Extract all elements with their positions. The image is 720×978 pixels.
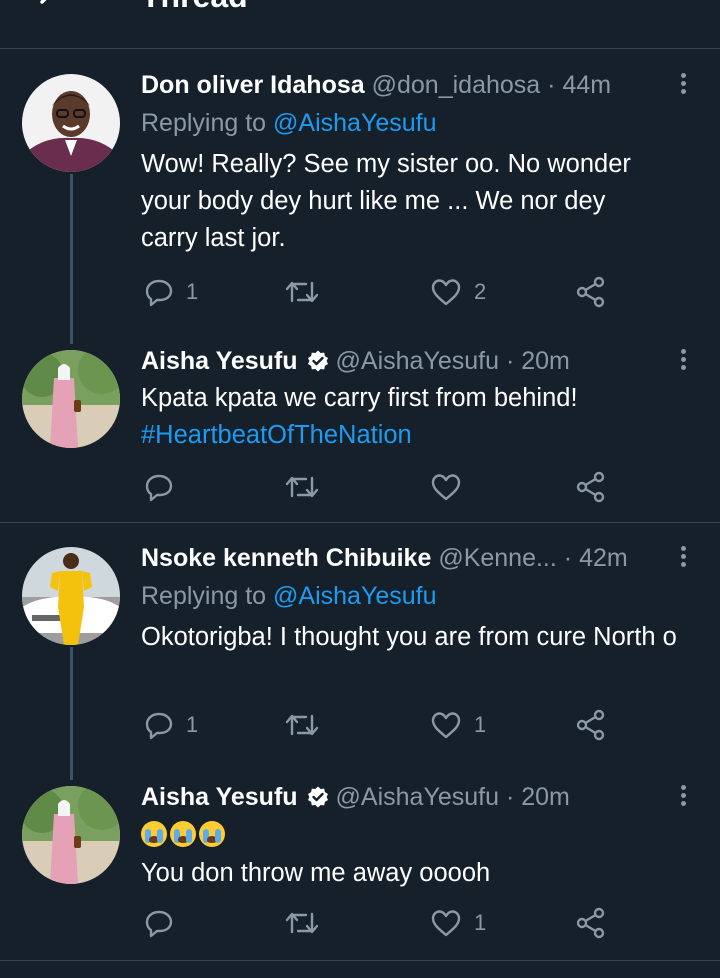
tweet[interactable]: Aisha Yesufu @AishaYesufu · 20m You don t… [0,780,720,960]
tweet-text-content: You don throw me away ooooh [141,859,491,887]
retweet-button[interactable] [284,467,332,507]
author-handle[interactable]: @AishaYesufu [336,347,499,375]
tweet-author-row: Nsoke kenneth Chibuike @Kenne... · 42m [141,541,661,575]
avatar[interactable] [22,350,120,448]
author-handle[interactable]: @Kenne... [438,544,557,572]
replying-to-label: Replying to [141,109,267,137]
reply-count: 1 [186,712,199,737]
tweet-actions: 1 [0,903,720,943]
tweet-text: You don throw me away ooooh [141,818,706,892]
tweet-time[interactable]: 20m [521,783,570,811]
separator: · [547,71,556,99]
reply-icon [145,474,173,502]
separator: · [505,783,515,811]
tweet-text-content: Wow! Really? See my sister oo. No wonder… [141,150,631,252]
loudly-crying-face-icon [199,821,225,847]
separator: · [563,544,573,572]
more-options-icon[interactable] [676,346,690,374]
like-button[interactable] [430,467,474,507]
more-options-icon[interactable] [676,543,690,571]
share-icon [576,471,605,503]
tweet-actions [0,467,720,507]
heart-icon [431,712,461,739]
like-button[interactable]: 1 [430,903,486,943]
replying-to: Replying to @AishaYesufu [141,579,436,613]
more-options-icon[interactable] [676,70,690,98]
reply-icon [145,279,173,307]
emoji-row [141,818,706,855]
tweet-time[interactable]: 20m [521,347,570,375]
share-icon [576,907,605,939]
author-handle[interactable]: @don_idahosa [372,71,541,99]
tweet-text: Okotorigba! I thought you are from cure … [141,619,706,656]
like-count: 2 [474,279,487,304]
tweet-actions: 1 1 [0,705,720,745]
heart-icon [431,279,461,306]
loudly-crying-face-icon [141,821,167,847]
tweet-time[interactable]: 42m [579,544,628,572]
tweet[interactable]: Aisha Yesufu @AishaYesufu · 20m Kpata kpa… [0,340,720,522]
back-arrow-icon[interactable] [30,0,70,24]
retweet-icon [285,912,319,934]
author-name[interactable]: Don oliver Idahosa [141,71,365,99]
separator: · [505,347,515,375]
replying-to-label: Replying to [141,582,267,610]
author-name[interactable]: Nsoke kenneth Chibuike [141,544,431,572]
retweet-button[interactable] [284,903,332,943]
tweet[interactable]: Nsoke kenneth Chibuike @Kenne... · 42m R… [0,523,720,780]
tweet[interactable]: Don oliver Idahosa @don_idahosa · 44m Re… [0,50,720,344]
thread-header: Thread [0,0,720,49]
author-name[interactable]: Aisha Yesufu [141,783,298,811]
reply-count: 1 [186,279,199,304]
retweet-icon [285,714,319,736]
share-button[interactable] [575,705,607,745]
heart-icon [431,474,461,501]
share-button[interactable] [575,903,607,943]
verified-badge-icon [307,786,328,808]
author-handle[interactable]: @AishaYesufu [336,783,499,811]
tweet-actions: 1 2 [0,272,720,312]
tweet-author-row: Aisha Yesufu @AishaYesufu · 20m [141,780,661,814]
reply-button[interactable] [144,903,186,943]
hashtag-link[interactable]: #HeartbeatOfTheNation [141,417,706,454]
tweet-text-content: Okotorigba! I thought you are from cure … [141,623,677,651]
retweet-icon [285,476,319,498]
replying-to-handle[interactable]: @AishaYesufu [273,109,436,137]
avatar[interactable] [22,74,120,172]
like-button[interactable]: 2 [430,272,486,312]
divider [0,960,720,961]
replying-to: Replying to @AishaYesufu [141,106,436,140]
reply-icon [145,712,173,740]
like-count: 1 [474,910,487,935]
reply-button[interactable]: 1 [144,705,198,745]
like-button[interactable]: 1 [430,705,486,745]
tweet-author-row: Don oliver Idahosa @don_idahosa · 44m [141,68,661,102]
like-count: 1 [474,712,487,737]
page-title: Thread [141,0,248,15]
reply-button[interactable]: 1 [144,272,198,312]
reply-button[interactable] [144,467,186,507]
tweet-text: Wow! Really? See my sister oo. No wonder… [141,146,666,257]
retweet-icon [285,281,319,303]
share-button[interactable] [575,272,607,312]
reply-icon [145,910,173,938]
author-name[interactable]: Aisha Yesufu [141,347,298,375]
avatar[interactable] [22,786,120,884]
share-icon [576,709,605,741]
tweet-author-row: Aisha Yesufu @AishaYesufu · 20m [141,344,661,378]
tweet-text-content: Kpata kpata we carry first from behind! [141,384,578,412]
share-button[interactable] [575,467,607,507]
retweet-button[interactable] [284,705,332,745]
more-options-icon[interactable] [676,782,690,810]
heart-icon [431,910,461,937]
thread-connector [70,174,73,344]
share-icon [576,276,605,308]
verified-badge-icon [307,350,328,372]
avatar[interactable] [22,547,120,645]
tweet-text: Kpata kpata we carry first from behind! … [141,380,706,454]
loudly-crying-face-icon [170,821,196,847]
replying-to-handle[interactable]: @AishaYesufu [273,582,436,610]
retweet-button[interactable] [284,272,332,312]
tweet-time[interactable]: 44m [562,71,611,99]
